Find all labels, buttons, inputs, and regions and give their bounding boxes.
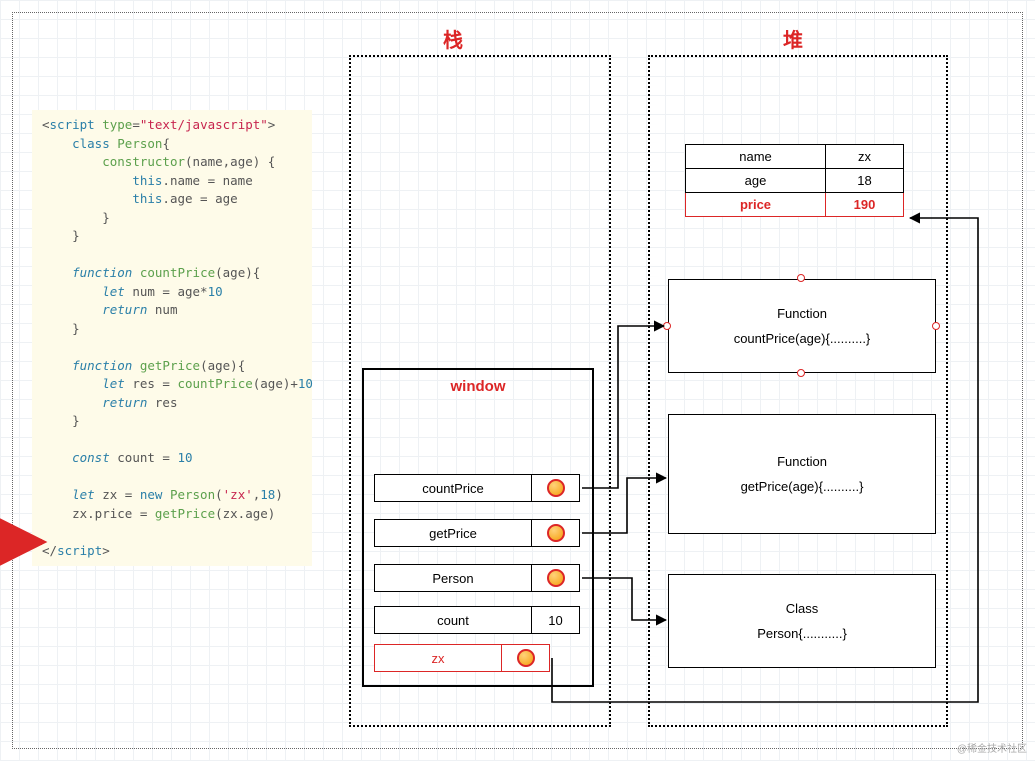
watermark: @稀金技术社区	[957, 740, 1027, 755]
stack-value: 10	[531, 607, 579, 633]
heap-box-title: Class	[786, 601, 819, 616]
stack-row-count: count 10	[374, 606, 580, 634]
obj-value: 190	[826, 193, 904, 217]
code-block: <script type="text/javascript"> class Pe…	[32, 110, 312, 566]
heap-box-body: getPrice(age){..........}	[741, 479, 864, 494]
obj-value: 18	[826, 169, 904, 193]
pointer-dot-icon	[547, 569, 565, 587]
resize-handle-icon	[663, 322, 671, 330]
stack-pointer	[501, 645, 549, 671]
stack-label: count	[375, 607, 531, 633]
heap-box-body: Person{...........}	[757, 626, 847, 641]
stack-title: 栈	[443, 24, 463, 53]
window-title: window	[364, 370, 592, 411]
stack-pointer	[531, 520, 579, 546]
stack-row-zx: zx	[374, 644, 550, 672]
stack-label: getPrice	[375, 520, 531, 546]
stack-label: countPrice	[375, 475, 531, 501]
obj-key: name	[686, 145, 826, 169]
heap-box-body: countPrice(age){..........}	[734, 331, 871, 346]
resize-handle-icon	[797, 369, 805, 377]
stack-label: Person	[375, 565, 531, 591]
stack-pointer	[531, 475, 579, 501]
heap-object-zx: name zx age 18 price 190	[685, 144, 904, 217]
pointer-dot-icon	[547, 524, 565, 542]
heap-box-title: Function	[777, 454, 827, 469]
obj-value: zx	[826, 145, 904, 169]
stack-label: zx	[375, 645, 501, 671]
heap-box-countPrice: Function countPrice(age){..........}	[668, 279, 936, 373]
stack-row-getPrice: getPrice	[374, 519, 580, 547]
resize-handle-icon	[932, 322, 940, 330]
pointer-dot-icon	[547, 479, 565, 497]
obj-key: age	[686, 169, 826, 193]
stack-pointer	[531, 565, 579, 591]
heap-box-getPrice: Function getPrice(age){..........}	[668, 414, 936, 534]
obj-key: price	[686, 193, 826, 217]
heap-box-title: Function	[777, 306, 827, 321]
heap-title: 堆	[783, 24, 803, 53]
stack-row-person: Person	[374, 564, 580, 592]
pointer-dot-icon	[517, 649, 535, 667]
heap-box-person: Class Person{...........}	[668, 574, 936, 668]
resize-handle-icon	[797, 274, 805, 282]
stack-row-countPrice: countPrice	[374, 474, 580, 502]
